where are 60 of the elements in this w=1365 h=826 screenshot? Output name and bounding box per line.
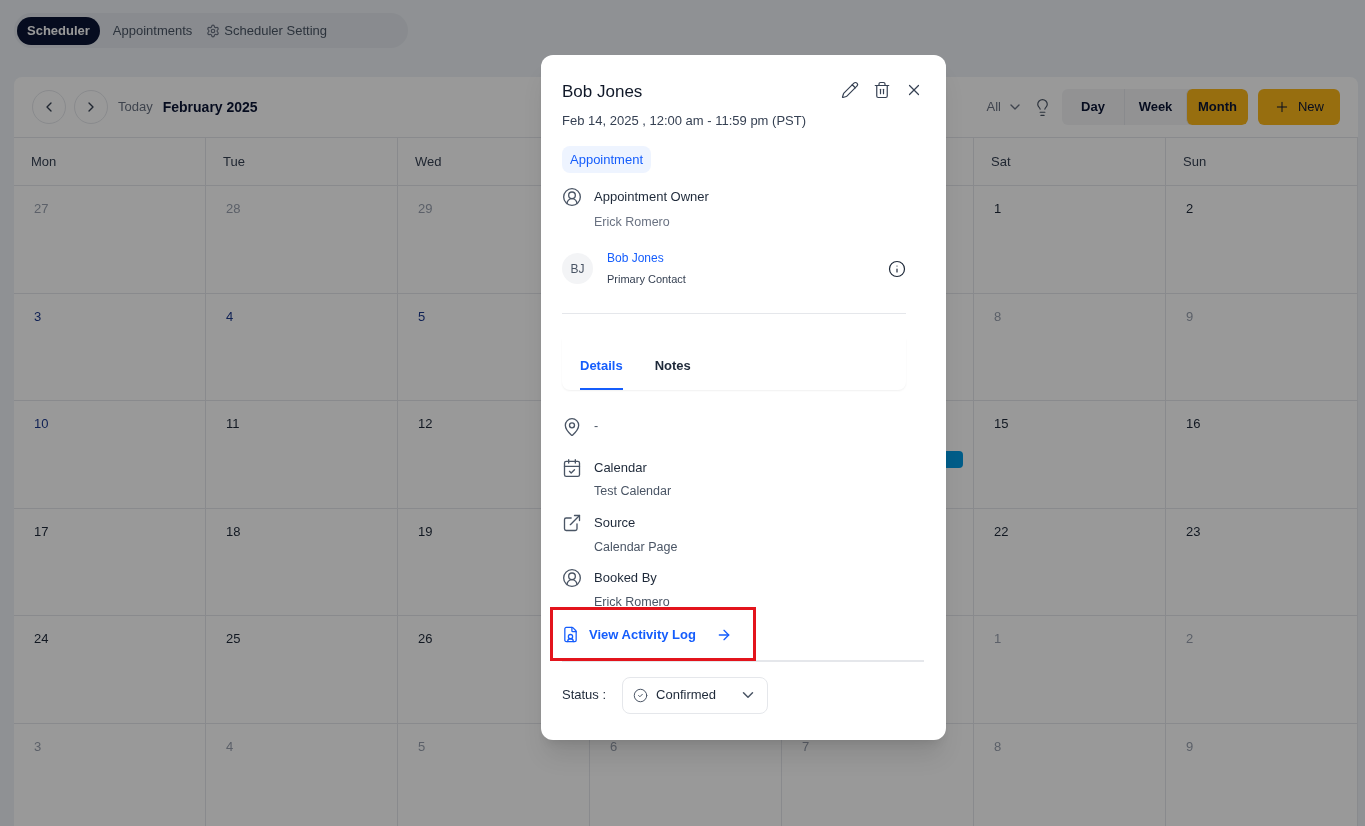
detail-label: Calendar: [594, 458, 648, 477]
day-number[interactable]: 4: [226, 306, 397, 326]
delete-icon[interactable]: [873, 81, 891, 99]
location-pin-icon: [562, 416, 582, 437]
view-tab[interactable]: Month: [1186, 89, 1248, 125]
appointment-type-badge: Appointment: [562, 146, 651, 173]
view-activity-log-link[interactable]: View Activity Log: [562, 624, 732, 645]
day-number[interactable]: 24: [34, 629, 205, 649]
contact-role: Primary Contact: [607, 272, 687, 288]
status-label: Status :: [562, 686, 607, 705]
month-title: February 2025: [162, 97, 258, 117]
weekday-header: Tue: [223, 152, 245, 171]
info-icon[interactable]: [888, 259, 906, 278]
day-number[interactable]: 10: [34, 414, 205, 434]
weekday-header: Sat: [991, 152, 1011, 171]
today-button[interactable]: Today: [118, 97, 153, 117]
day-number[interactable]: 1: [994, 199, 1165, 219]
user-icon: [562, 568, 582, 589]
detail-value: Calendar Page: [594, 538, 678, 556]
detail-value: -: [594, 417, 599, 435]
day-number[interactable]: 3: [34, 306, 205, 326]
detail-label: Source: [594, 514, 637, 532]
day-number[interactable]: 16: [1186, 414, 1357, 434]
gear-icon: [206, 23, 221, 38]
day-number[interactable]: 17: [34, 521, 205, 541]
day-number[interactable]: 18: [226, 521, 397, 541]
day-number[interactable]: 25: [226, 629, 397, 649]
filter-dropdown[interactable]: All: [986, 97, 1023, 117]
owner-name: Erick Romero: [594, 213, 671, 231]
contact-avatar: BJ: [562, 253, 593, 284]
plus-icon: [1274, 99, 1290, 115]
activity-log-icon: [562, 626, 579, 643]
weekday-header: Sun: [1183, 152, 1207, 171]
edit-icon[interactable]: [841, 81, 859, 99]
user-icon: [562, 187, 582, 207]
weekday-header: Wed: [415, 152, 442, 171]
view-tab[interactable]: Day: [1062, 89, 1124, 125]
nav-tab[interactable]: Scheduler Setting: [205, 16, 328, 45]
new-button[interactable]: New: [1258, 89, 1340, 125]
day-number[interactable]: 2: [1186, 199, 1357, 219]
dialog-tab[interactable]: Details: [580, 338, 623, 390]
dialog-title: Bob Jones: [562, 81, 644, 103]
nav-tab[interactable]: Scheduler: [17, 16, 100, 45]
day-number[interactable]: 11: [226, 414, 397, 434]
external-link-icon: [562, 513, 582, 533]
detail-value: Test Calendar: [594, 483, 672, 501]
day-number[interactable]: 23: [1186, 521, 1357, 541]
status-dropdown[interactable]: Confirmed: [622, 676, 769, 714]
weekday-header: Mon: [31, 152, 57, 171]
dialog-tab[interactable]: Notes: [654, 338, 691, 390]
calendar-icon: [562, 457, 582, 478]
check-circle-icon: [633, 687, 649, 703]
contact-name-link[interactable]: Bob Jones: [607, 249, 888, 268]
day-number[interactable]: 22: [994, 521, 1165, 541]
day-number[interactable]: 15: [994, 414, 1165, 434]
owner-label: Appointment Owner: [594, 188, 709, 206]
detail-label: Booked By: [594, 569, 658, 588]
nav-tab[interactable]: Appointments: [111, 16, 194, 45]
detail-value: Erick Romero: [594, 593, 670, 611]
appointment-datetime: Feb 14, 2025 , 12:00 am - 11:59 pm (PST): [562, 111, 807, 130]
